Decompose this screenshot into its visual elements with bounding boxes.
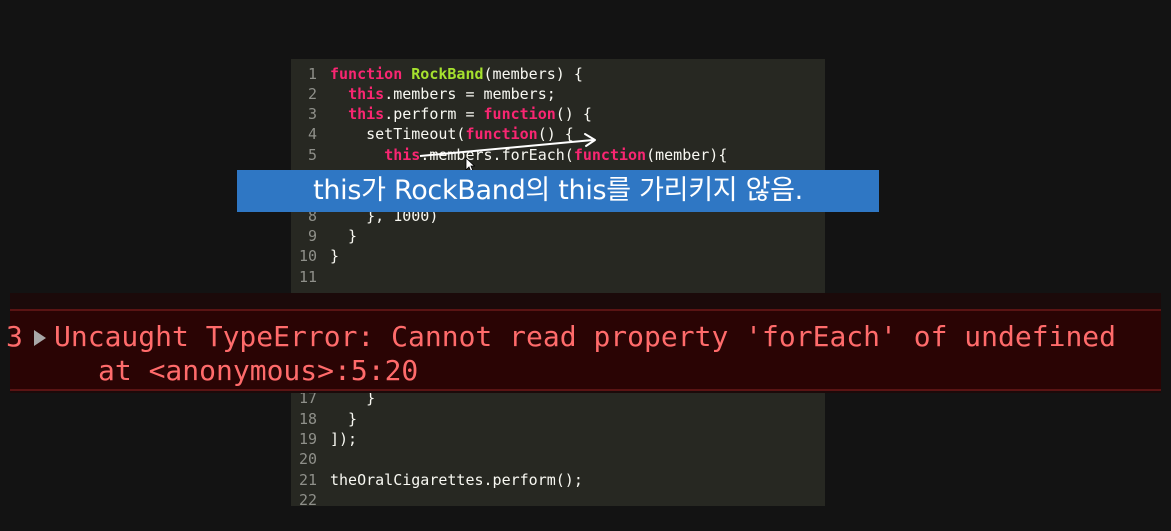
error-line-2: at <anonymous>:5:20 (98, 354, 419, 387)
code-line: 5 this.members.forEach(function(member){ (291, 145, 727, 165)
line-number: 22 (298, 491, 317, 509)
code-line: 2 this.members = members; (291, 84, 556, 104)
console-error-message: 3 Uncaught TypeError: Cannot read proper… (6, 309, 1161, 391)
code-text: } (330, 226, 357, 246)
error-line-1: Uncaught TypeError: Cannot read property… (54, 320, 1117, 353)
code-token: ]); (330, 430, 358, 448)
code-token: () { (555, 105, 592, 123)
code-token: } (330, 247, 340, 265)
code-token: function (330, 65, 403, 83)
cropped-line-glyph: 3 (6, 320, 23, 353)
code-text: function RockBand(members) { (330, 64, 583, 84)
line-number: 3 (307, 105, 317, 123)
code-token: RockBand (411, 65, 484, 83)
code-token: theOralCigarettes.perform(); (330, 471, 583, 489)
code-line: 22 (291, 490, 317, 510)
code-text: theOralCigarettes.perform(); (330, 470, 583, 490)
line-number: 18 (298, 410, 317, 428)
triangle-right-icon[interactable] (34, 330, 46, 346)
code-line: 20 (291, 449, 317, 469)
subtitle-caption: this가 RockBand의 this를 가리키지 않음. (237, 170, 879, 212)
code-token: .members = members; (384, 85, 556, 103)
code-token: function (483, 105, 556, 123)
code-line: 9 } (291, 226, 357, 246)
code-text: } (330, 246, 339, 266)
code-line: 4 setTimeout(function() { (291, 124, 574, 144)
code-token: .perform = (384, 105, 484, 123)
line-number: 11 (298, 268, 317, 286)
code-line: 1 function RockBand(members) { (291, 64, 583, 84)
line-number: 21 (298, 471, 317, 489)
code-line: 3 this.perform = function() { (291, 104, 592, 124)
console-ghost-text (30, 279, 195, 285)
code-editor: 1 function RockBand(members) {2 this.memb… (291, 59, 825, 509)
line-number: 2 (307, 85, 317, 103)
line-number: 4 (307, 125, 317, 143)
line-number: 19 (298, 430, 317, 448)
code-token: this (348, 85, 385, 103)
code-token: } (330, 227, 358, 245)
line-number: 20 (298, 450, 317, 468)
code-line: 21 theOralCigarettes.perform(); (291, 470, 583, 490)
code-line: 19]); (291, 429, 357, 449)
code-text: } (330, 409, 357, 429)
line-number: 5 (307, 146, 317, 164)
code-token: (member){ (646, 146, 728, 164)
code-text: this.members = members; (330, 84, 556, 104)
code-line: 18 } (291, 409, 357, 429)
line-number: 9 (307, 227, 317, 245)
code-line: 10} (291, 246, 339, 266)
code-line: 11 (291, 267, 317, 287)
code-token: this (348, 105, 385, 123)
code-text: ]); (330, 429, 357, 449)
video-frame: 1 function RockBand(members) {2 this.memb… (0, 0, 1171, 531)
annotation-arrow (419, 133, 596, 157)
code-text: this.perform = function() { (330, 104, 592, 124)
code-token: } (330, 410, 358, 428)
line-number: 1 (307, 65, 317, 83)
code-token: (members) { (483, 65, 583, 83)
line-number: 10 (298, 247, 317, 265)
